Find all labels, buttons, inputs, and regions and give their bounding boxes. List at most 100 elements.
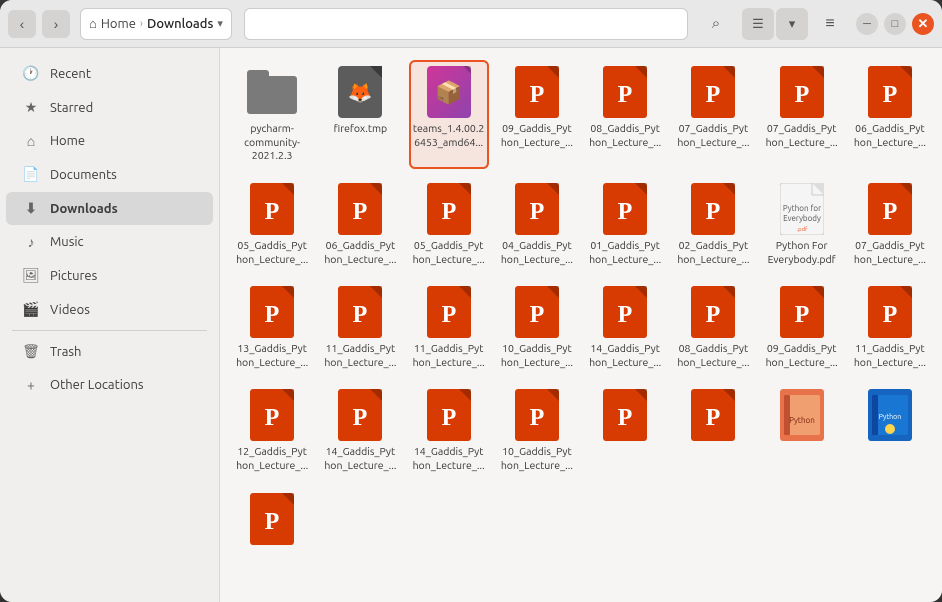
forward-button[interactable]: › bbox=[42, 10, 70, 38]
file-item[interactable]: P bbox=[673, 383, 753, 443]
ppt-icon-wrap: P bbox=[776, 66, 828, 118]
file-item[interactable]: P 11_Gaddis_Python_Lecture_... bbox=[409, 280, 489, 375]
svg-text:P: P bbox=[706, 302, 721, 328]
file-item[interactable]: P 14_Gaddis_Python_Lecture_... bbox=[585, 280, 665, 375]
file-item[interactable]: P 14_Gaddis_Python_Lecture_... bbox=[320, 383, 400, 478]
list-view-button[interactable]: ☰ bbox=[742, 8, 774, 40]
file-item[interactable]: P 07_Gaddis_Python_Lecture_... bbox=[762, 60, 842, 169]
file-item[interactable]: P 02_Gaddis_Python_Lecture_... bbox=[673, 177, 753, 272]
file-item[interactable]: P 08_Gaddis_Python_Lecture_... bbox=[585, 60, 665, 169]
search-icon: ⌕ bbox=[712, 15, 720, 32]
file-item[interactable]: P 09_Gaddis_Python_Lecture_... bbox=[497, 60, 577, 169]
file-item[interactable]: P 07_Gaddis_Python_Lecture_... bbox=[673, 60, 753, 169]
svg-text:P: P bbox=[530, 302, 545, 328]
ppt-icon-wrap: P bbox=[334, 389, 386, 441]
ppt-icon-wrap: P bbox=[246, 183, 298, 235]
minimize-button[interactable]: ─ bbox=[856, 13, 878, 35]
sidebar-item-pictures[interactable]: 🖼 Pictures bbox=[6, 259, 213, 292]
ppt-file-icon: P bbox=[250, 389, 294, 441]
ppt-icon-wrap: P bbox=[246, 389, 298, 441]
sidebar-item-label: Other Locations bbox=[50, 378, 144, 392]
ppt-file-icon: P bbox=[691, 66, 735, 118]
file-item[interactable]: P 05_Gaddis_Python_Lecture_... bbox=[232, 177, 312, 272]
file-item-python-book[interactable]: Python bbox=[850, 383, 930, 443]
svg-text:P: P bbox=[618, 199, 633, 225]
dropdown-chevron-icon[interactable]: ▾ bbox=[217, 17, 223, 30]
folder-icon-wrap bbox=[246, 66, 298, 118]
music-icon: ♪ bbox=[22, 234, 40, 250]
file-item[interactable]: P 08_Gaddis_Python_Lecture_... bbox=[673, 280, 753, 375]
list-view-icon: ☰ bbox=[752, 16, 764, 32]
svg-text:📦: 📦 bbox=[435, 80, 462, 105]
file-item-book-orange[interactable]: Python bbox=[762, 383, 842, 443]
close-button[interactable]: ✕ bbox=[912, 13, 934, 35]
ppt-file-icon: P bbox=[691, 389, 735, 441]
file-label: 07_Gaddis_Python_Lecture_... bbox=[677, 122, 749, 149]
file-item[interactable]: P bbox=[232, 487, 312, 547]
ppt-icon-wrap: P bbox=[511, 66, 563, 118]
sidebar-item-recent[interactable]: 🕐 Recent bbox=[6, 57, 213, 90]
file-item[interactable]: P 05_Gaddis_Python_Lecture_... bbox=[409, 177, 489, 272]
breadcrumb[interactable]: ⌂ Home › Downloads ▾ bbox=[80, 8, 232, 40]
sidebar-item-other-locations[interactable]: + Other Locations bbox=[6, 369, 213, 401]
file-label: 14_Gaddis_Python_Lecture_... bbox=[589, 342, 661, 369]
sidebar-item-downloads[interactable]: ⬇ Downloads bbox=[6, 192, 213, 225]
book-icon-wrap: Python bbox=[776, 389, 828, 441]
sidebar-item-label: Recent bbox=[50, 67, 91, 81]
ppt-icon-wrap: P bbox=[334, 183, 386, 235]
svg-text:P: P bbox=[353, 199, 368, 225]
file-label: 07_Gaddis_Python_Lecture_... bbox=[854, 239, 926, 266]
titlebar: ‹ › ⌂ Home › Downloads ▾ ⌕ ☰ ▾ bbox=[0, 0, 942, 48]
file-item[interactable]: pycharm-community-2021.2.3 bbox=[232, 60, 312, 169]
file-item[interactable]: P 11_Gaddis_Python_Lecture_... bbox=[320, 280, 400, 375]
sidebar-item-videos[interactable]: 🎬 Videos bbox=[6, 293, 213, 326]
file-item[interactable]: P 10_Gaddis_Python_Lecture_... bbox=[497, 280, 577, 375]
ppt-icon-wrap: P bbox=[599, 389, 651, 441]
file-item[interactable]: P 07_Gaddis_Python_Lecture_... bbox=[850, 177, 930, 272]
file-item[interactable]: P 10_Gaddis_Python_Lecture_... bbox=[497, 383, 577, 478]
ppt-icon-wrap: P bbox=[334, 286, 386, 338]
file-label: 08_Gaddis_Python_Lecture_... bbox=[589, 122, 661, 149]
ppt-file-icon: P bbox=[691, 183, 735, 235]
file-item[interactable]: P 13_Gaddis_Python_Lecture_... bbox=[232, 280, 312, 375]
hamburger-icon: ≡ bbox=[825, 15, 834, 33]
file-item[interactable]: P 01_Gaddis_Python_Lecture_... bbox=[585, 177, 665, 272]
view-toggle-icon: ▾ bbox=[789, 16, 796, 32]
svg-text:P: P bbox=[794, 302, 809, 328]
svg-text:P: P bbox=[265, 302, 280, 328]
sidebar-item-label: Downloads bbox=[50, 202, 118, 216]
file-item-pdf[interactable]: Python for Everybody .pdf Python For Eve… bbox=[762, 177, 842, 272]
file-item[interactable]: P 11_Gaddis_Python_Lecture_... bbox=[850, 280, 930, 375]
file-item-teams[interactable]: 📦 teams_1.4.00.26453_amd64... bbox=[409, 60, 489, 169]
hamburger-menu-button[interactable]: ≡ bbox=[814, 8, 846, 40]
file-label: 02_Gaddis_Python_Lecture_... bbox=[677, 239, 749, 266]
ppt-icon-wrap: P bbox=[687, 389, 739, 441]
file-item[interactable]: P 06_Gaddis_Python_Lecture_... bbox=[850, 60, 930, 169]
home-breadcrumb[interactable]: ⌂ Home bbox=[89, 16, 136, 31]
sidebar-item-documents[interactable]: 📄 Documents bbox=[6, 158, 213, 191]
sidebar-item-starred[interactable]: ★ Starred bbox=[6, 91, 213, 124]
back-button[interactable]: ‹ bbox=[8, 10, 36, 38]
sidebar-item-home[interactable]: ⌂ Home bbox=[6, 125, 213, 157]
file-item[interactable]: P 09_Gaddis_Python_Lecture_... bbox=[762, 280, 842, 375]
search-button[interactable]: ⌕ bbox=[700, 8, 732, 40]
file-label: 06_Gaddis_Python_Lecture_... bbox=[854, 122, 926, 149]
file-label: 10_Gaddis_Python_Lecture_... bbox=[501, 445, 573, 472]
svg-text:P: P bbox=[618, 82, 633, 108]
file-item[interactable]: 🦊 firefox.tmp bbox=[320, 60, 400, 169]
file-label: 09_Gaddis_Python_Lecture_... bbox=[766, 342, 838, 369]
ppt-file-icon: P bbox=[868, 183, 912, 235]
file-item[interactable]: P 06_Gaddis_Python_Lecture_... bbox=[320, 177, 400, 272]
videos-icon: 🎬 bbox=[22, 301, 40, 318]
ppt-file-icon: P bbox=[427, 183, 471, 235]
file-item[interactable]: P 04_Gaddis_Python_Lecture_... bbox=[497, 177, 577, 272]
file-item[interactable]: P bbox=[585, 383, 665, 443]
deb-icon-wrap: 📦 bbox=[423, 66, 475, 118]
sidebar-item-music[interactable]: ♪ Music bbox=[6, 226, 213, 258]
maximize-button[interactable]: □ bbox=[884, 13, 906, 35]
view-toggle-button[interactable]: ▾ bbox=[776, 8, 808, 40]
svg-text:P: P bbox=[883, 82, 898, 108]
sidebar-item-trash[interactable]: 🗑 Trash bbox=[6, 335, 213, 368]
file-item[interactable]: P 12_Gaddis_Python_Lecture_... bbox=[232, 383, 312, 478]
file-item[interactable]: P 14_Gaddis_Python_Lecture_... bbox=[409, 383, 489, 478]
